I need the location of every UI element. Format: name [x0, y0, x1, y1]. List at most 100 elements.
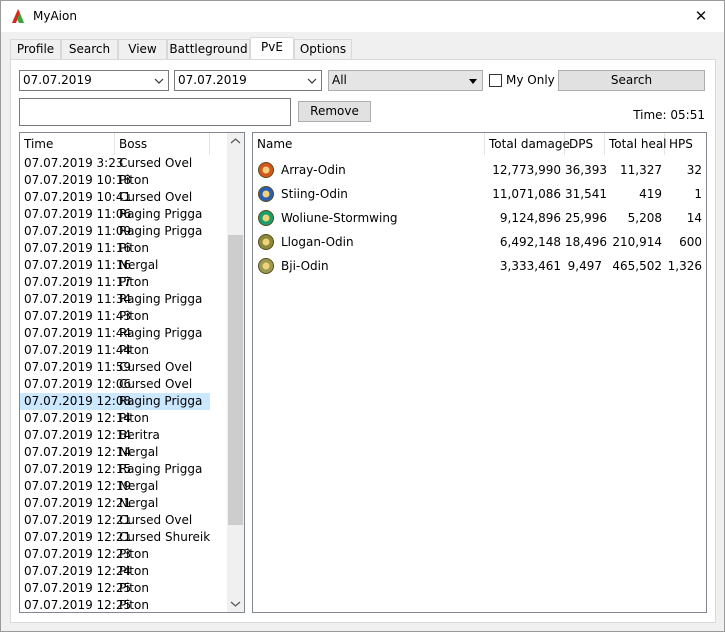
my-only-checkbox[interactable] — [489, 74, 502, 87]
fight-time: 07.07.2019 12:25 — [24, 598, 132, 612]
header-label: Boss — [119, 137, 148, 151]
player-row[interactable]: Bji-Odin 3,333,461 9,497 465,502 1,326 — [253, 255, 705, 277]
player-row[interactable]: Stiing-Odin 11,071,086 31,541 419 1 — [253, 183, 705, 205]
fight-list-item[interactable]: 07.07.2019 12:14 Nergal — [20, 444, 210, 461]
fight-list-scrollbar[interactable] — [227, 133, 244, 612]
remove-button[interactable]: Remove — [298, 101, 371, 122]
fight-time: 07.07.2019 12:24 — [24, 564, 132, 578]
fight-name-input[interactable] — [19, 98, 291, 126]
fight-time: 07.07.2019 10:18 — [24, 173, 132, 187]
fight-list-item[interactable]: 07.07.2019 12:14 Beritra — [20, 427, 210, 444]
player-row[interactable]: Woliune-Stormwing 9,124,896 25,996 5,208 14 — [253, 207, 705, 229]
fight-list-item[interactable]: 07.07.2019 11:34 Raging Prigga — [20, 291, 210, 308]
fight-list-item[interactable]: 07.07.2019 11:59 Cursed Ovel — [20, 359, 210, 376]
date-to-dropdown[interactable]: 07.07.2019 — [174, 70, 322, 91]
fight-time: 07.07.2019 12:23 — [24, 547, 132, 561]
fight-boss: Cursed Ovel — [119, 377, 193, 391]
fight-list-item[interactable]: 07.07.2019 12:21 Nergal — [20, 495, 210, 512]
fight-list-item[interactable]: 07.07.2019 12:15 Raging Prigga — [20, 461, 210, 478]
player-heal: 5,208 — [627, 211, 662, 225]
date-from-dropdown[interactable]: 07.07.2019 — [19, 70, 169, 91]
player-name: Woliune-Stormwing — [281, 211, 398, 225]
fight-time: 07.07.2019 12:15 — [24, 462, 132, 476]
column-header-boss[interactable]: Boss — [115, 133, 210, 155]
fight-list-item[interactable]: 07.07.2019 12:21 Cursed Shureik — [20, 529, 210, 546]
boss-filter-dropdown[interactable]: All — [328, 70, 483, 91]
player-row[interactable]: Array-Odin 12,773,990 36,393 11,327 32 — [253, 159, 705, 181]
player-row[interactable]: Llogan-Odin 6,492,148 18,496 210,914 600 — [253, 231, 705, 253]
column-header-dps[interactable]: DPS — [565, 133, 605, 155]
tab-options[interactable]: Options — [294, 39, 352, 60]
fight-boss: Raging Prigga — [119, 224, 203, 238]
fight-time: 07.07.2019 12:21 — [24, 513, 132, 527]
player-hps: 32 — [686, 163, 702, 177]
fight-list-item[interactable]: 07.07.2019 12:14 Piton — [20, 410, 210, 427]
column-header-hps[interactable]: HPS — [665, 133, 705, 155]
fight-list-item[interactable]: 07.07.2019 11:09 Raging Prigga — [20, 223, 210, 240]
fight-list-item[interactable]: 07.07.2019 11:44 Piton — [20, 342, 210, 359]
fight-time: 07.07.2019 11:34 — [24, 292, 132, 306]
fight-list-item[interactable]: 07.07.2019 12:23 Piton — [20, 546, 210, 563]
scroll-down-icon[interactable] — [227, 595, 244, 612]
player-damage: 6,492,148 — [499, 235, 561, 249]
player-name: Array-Odin — [281, 163, 346, 177]
column-header-name[interactable]: Name — [253, 133, 485, 155]
fight-time: 07.07.2019 11:17 — [24, 275, 132, 289]
column-header-time[interactable]: Time — [20, 133, 115, 155]
fight-list-item[interactable]: 07.07.2019 12:21 Cursed Ovel — [20, 512, 210, 529]
damage-stats-table[interactable]: Name Total damage DPS Total heal HPS Arr… — [252, 132, 707, 613]
fight-boss: Piton — [119, 173, 149, 187]
fight-boss: Raging Prigga — [119, 394, 203, 408]
fight-time: 07.07.2019 12:06 — [24, 377, 132, 391]
fight-time: 07.07.2019 10:41 — [24, 190, 132, 204]
header-label: HPS — [669, 137, 693, 151]
fight-list-item[interactable]: 07.07.2019 11:16 Nergal — [20, 257, 210, 274]
title-bar[interactable]: MyAion ✕ — [1, 1, 724, 32]
chevron-down-icon — [307, 78, 317, 84]
fight-boss: Cursed Ovel — [119, 190, 193, 204]
fight-boss: Cursed Ovel — [119, 513, 193, 527]
fight-list-item[interactable]: 07.07.2019 10:18 Piton — [20, 172, 210, 189]
fight-list-item[interactable]: 07.07.2019 11:06 Raging Prigga — [20, 206, 210, 223]
fight-list[interactable]: Time ˄ Boss 07.07.2019 3:23 Cursed Ovel 07… — [19, 132, 245, 613]
fight-list-item[interactable]: 07.07.2019 12:08 Raging Prigga — [20, 393, 210, 410]
fight-list-item[interactable]: 07.07.2019 11:17 Piton — [20, 274, 210, 291]
app-logo-icon — [12, 9, 24, 23]
tab-profile[interactable]: Profile — [10, 39, 61, 60]
tab-search[interactable]: Search — [61, 39, 118, 60]
chevron-down-icon — [154, 78, 164, 84]
fight-boss: Raging Prigga — [119, 326, 203, 340]
fight-list-item[interactable]: 07.07.2019 12:19 Nergal — [20, 478, 210, 495]
chanter-class-icon — [258, 234, 274, 250]
close-button[interactable]: ✕ — [678, 1, 724, 32]
player-hps: 14 — [686, 211, 702, 225]
player-damage: 11,071,086 — [492, 187, 561, 201]
tab-pve[interactable]: PvE — [250, 37, 294, 60]
fight-list-item[interactable]: 07.07.2019 12:06 Cursed Ovel — [20, 376, 210, 393]
tab-battleground[interactable]: Battleground — [167, 39, 250, 60]
fight-list-item[interactable]: 07.07.2019 11:44 Raging Prigga — [20, 325, 210, 342]
date-from-value: 07.07.2019 — [23, 73, 92, 87]
tab-view[interactable]: View — [118, 39, 167, 60]
fight-list-item[interactable]: 07.07.2019 12:25 Piton — [20, 597, 210, 612]
fight-list-item[interactable]: 07.07.2019 11:43 Piton — [20, 308, 210, 325]
time-readout: Time: 05:51 — [633, 108, 705, 122]
fight-time: 07.07.2019 11:43 — [24, 309, 132, 323]
search-button[interactable]: Search — [558, 70, 705, 91]
column-header-total-heal[interactable]: Total heal — [605, 133, 667, 155]
fight-list-item[interactable]: 07.07.2019 12:24 Piton — [20, 563, 210, 580]
fight-boss: Piton — [119, 343, 149, 357]
player-name: Bji-Odin — [281, 259, 329, 273]
date-to-value: 07.07.2019 — [178, 73, 247, 87]
fight-list-item[interactable]: 07.07.2019 3:23 Cursed Ovel — [20, 155, 210, 172]
scrollbar-thumb[interactable] — [228, 235, 243, 526]
column-header-total-damage[interactable]: Total damage — [485, 133, 570, 155]
fight-boss: Piton — [119, 581, 149, 595]
fight-boss: Piton — [119, 547, 149, 561]
scroll-up-icon[interactable] — [227, 133, 244, 150]
fight-time: 07.07.2019 12:14 — [24, 411, 132, 425]
fight-list-item[interactable]: 07.07.2019 10:41 Cursed Ovel — [20, 189, 210, 206]
fight-list-item[interactable]: 07.07.2019 11:16 Piton — [20, 240, 210, 257]
fight-list-item[interactable]: 07.07.2019 12:25 Piton — [20, 580, 210, 597]
fight-boss: Piton — [119, 564, 149, 578]
